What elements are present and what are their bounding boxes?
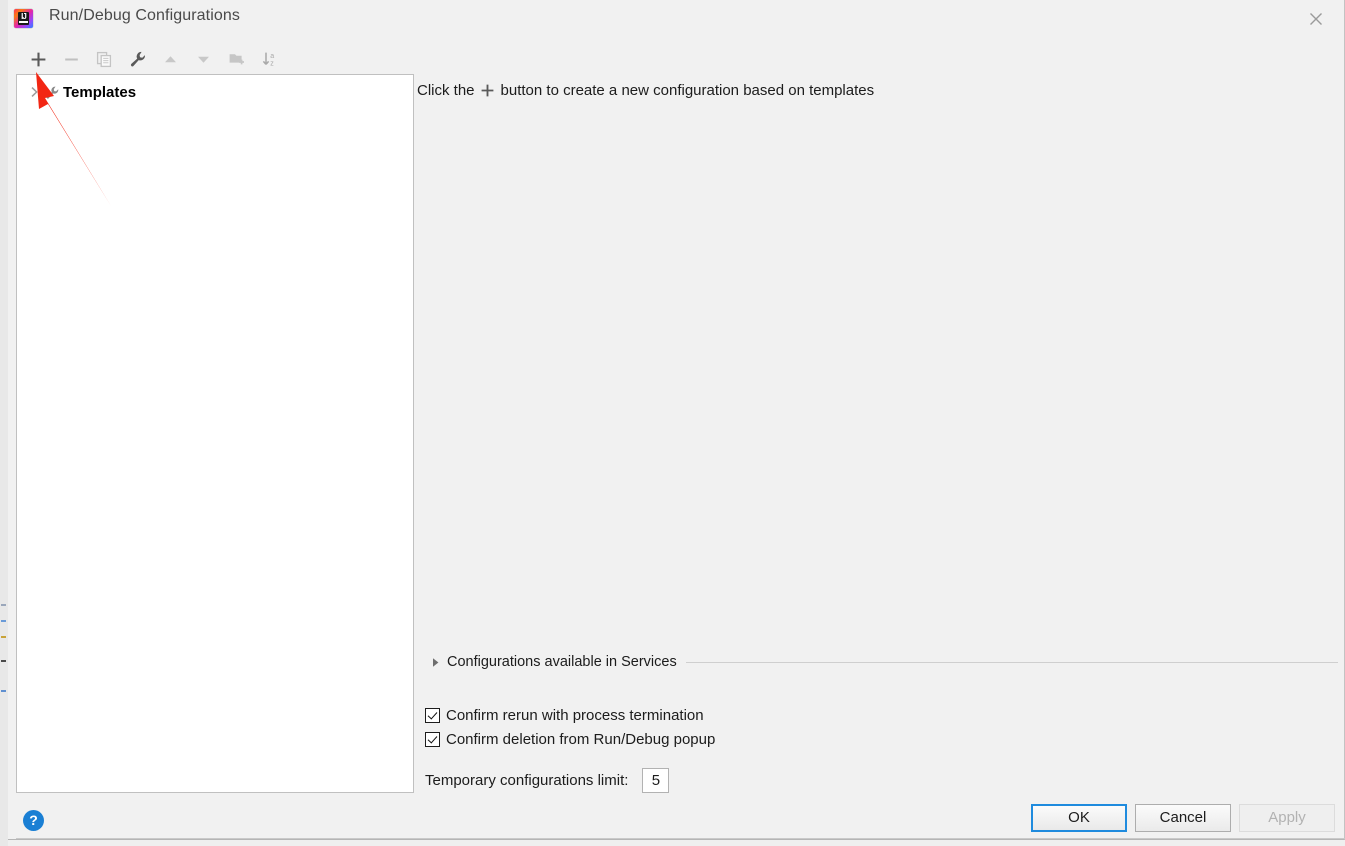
cancel-button[interactable]: Cancel xyxy=(1135,804,1231,832)
background-fleck xyxy=(1,636,6,638)
sort-az-icon: a z xyxy=(262,52,274,67)
remove-configuration-button[interactable] xyxy=(55,45,88,73)
confirm-rerun-checkbox-row[interactable]: Confirm rerun with process termination xyxy=(425,707,704,724)
edit-templates-button[interactable] xyxy=(121,45,154,73)
temporary-limit-input[interactable] xyxy=(642,768,670,793)
dialog-button-bar: OK Cancel Apply xyxy=(1031,804,1335,832)
arrow-up-icon xyxy=(165,55,176,62)
triangle-right-icon[interactable] xyxy=(426,655,444,669)
tree-node-templates[interactable]: Templates xyxy=(17,81,413,103)
help-icon[interactable]: ? xyxy=(23,810,44,831)
wrench-icon xyxy=(130,51,145,67)
run-debug-configurations-dialog: IJ Run/Debug Configurations a z Template… xyxy=(8,0,1345,840)
plus-icon xyxy=(478,83,498,99)
services-section-header[interactable]: Configurations available in Services xyxy=(417,654,1338,670)
app-icon-letters: IJ xyxy=(18,12,29,25)
confirm-deletion-checkbox[interactable] xyxy=(425,732,440,747)
svg-text:z: z xyxy=(270,60,274,67)
configurations-tree-panel[interactable]: Templates xyxy=(16,74,414,793)
temporary-limit-label: Temporary configurations limit: xyxy=(425,772,629,789)
background-fleck xyxy=(1,620,6,622)
background-ide-strip xyxy=(0,0,8,846)
app-icon-bar xyxy=(19,21,28,23)
apply-button: Apply xyxy=(1239,804,1335,832)
confirm-rerun-checkbox[interactable] xyxy=(425,708,440,723)
tree-node-label: Templates xyxy=(63,83,137,101)
intellij-idea-icon: IJ xyxy=(14,9,33,28)
background-fleck xyxy=(1,660,6,662)
background-fleck xyxy=(1,690,6,692)
wrench-icon xyxy=(42,84,62,101)
configurations-toolbar: a z xyxy=(22,44,286,74)
empty-state-hint: Click the button to create a new configu… xyxy=(417,82,874,99)
ok-button[interactable]: OK xyxy=(1031,804,1127,832)
chevron-right-icon[interactable] xyxy=(25,84,42,101)
add-configuration-button[interactable] xyxy=(22,45,55,73)
folder-add-icon xyxy=(229,54,244,65)
temporary-configurations-limit-row: Temporary configurations limit: xyxy=(425,768,670,793)
minus-icon xyxy=(65,58,78,60)
confirm-deletion-checkbox-row[interactable]: Confirm deletion from Run/Debug popup xyxy=(425,731,715,748)
new-folder-button[interactable] xyxy=(220,45,253,73)
dialog-bottom-divider xyxy=(16,838,1345,839)
arrow-down-icon xyxy=(198,56,209,63)
copy-icon xyxy=(96,51,112,67)
copy-configuration-button[interactable] xyxy=(88,45,121,73)
services-section-label: Configurations available in Services xyxy=(447,654,677,670)
hint-text-before: Click the xyxy=(417,82,475,99)
sort-button[interactable]: a z xyxy=(253,45,286,73)
move-down-button[interactable] xyxy=(187,45,220,73)
dialog-titlebar: IJ Run/Debug Configurations xyxy=(8,0,1344,37)
confirm-deletion-label: Confirm deletion from Run/Debug popup xyxy=(446,731,716,748)
services-separator-rule xyxy=(685,661,1338,663)
plus-icon xyxy=(31,52,46,66)
hint-text-after: button to create a new configuration bas… xyxy=(500,82,875,99)
svg-text:a: a xyxy=(270,53,274,60)
close-icon[interactable] xyxy=(1302,6,1330,32)
background-fleck xyxy=(1,604,6,606)
confirm-rerun-label: Confirm rerun with process termination xyxy=(446,707,704,724)
move-up-button[interactable] xyxy=(154,45,187,73)
dialog-title: Run/Debug Configurations xyxy=(49,7,240,24)
